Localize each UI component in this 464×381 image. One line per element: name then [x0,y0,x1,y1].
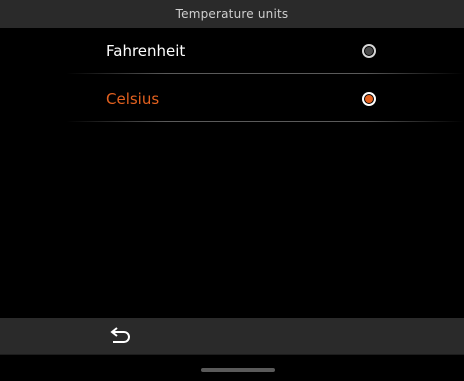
system-nav-strip [0,354,464,381]
radio-dot-celsius [365,95,373,103]
option-label-fahrenheit: Fahrenheit [106,42,186,60]
home-indicator[interactable] [201,368,275,372]
back-arrow-icon [110,327,130,343]
title-bar: Temperature units [0,0,464,28]
option-label-celsius: Celsius [106,90,160,108]
radio-dot-fahrenheit [365,47,373,55]
divider [66,121,464,122]
back-button[interactable] [106,324,136,348]
page-title: Temperature units [175,7,289,21]
divider [66,73,464,74]
radio-celsius[interactable] [362,92,376,106]
option-fahrenheit[interactable]: Fahrenheit [66,28,464,74]
radio-fahrenheit[interactable] [362,44,376,58]
temperature-units-screen: Temperature units Fahrenheit Celsius [0,0,464,381]
bottom-bar [0,318,464,354]
option-celsius[interactable]: Celsius [66,76,464,122]
